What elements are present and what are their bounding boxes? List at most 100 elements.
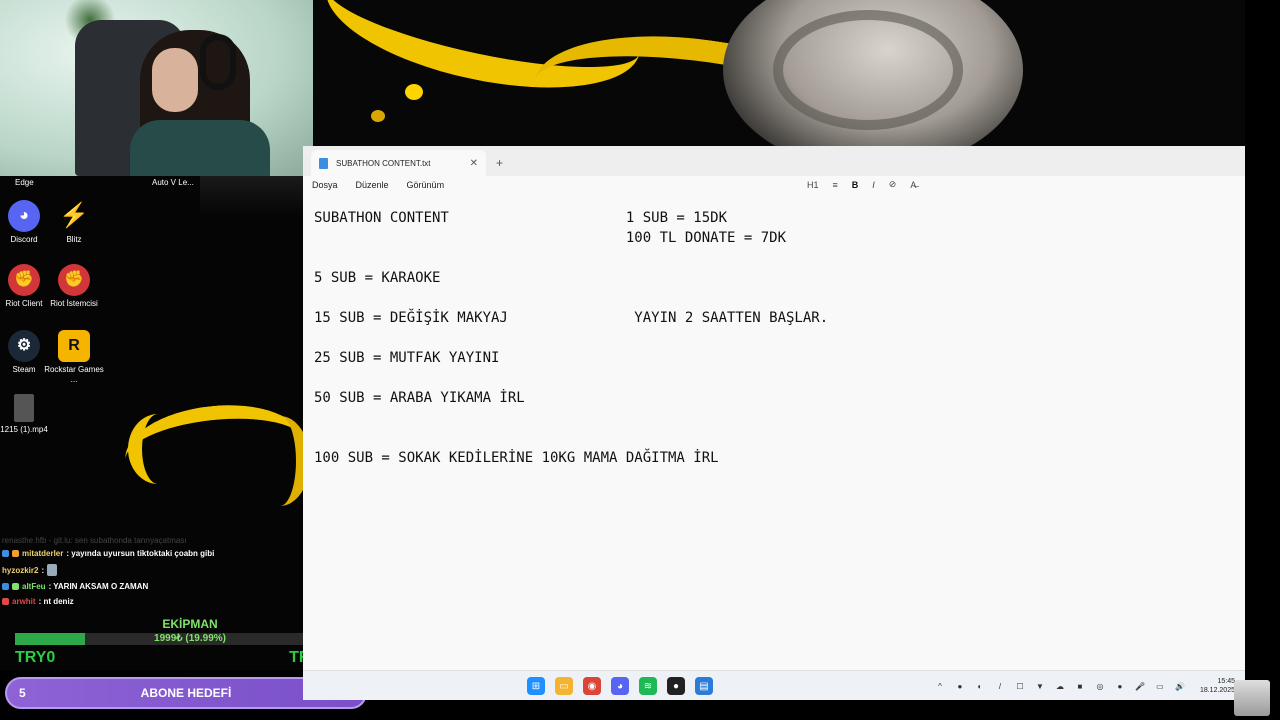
badge-icon	[2, 583, 9, 590]
obs-icon[interactable]: ●	[667, 677, 685, 695]
badge-icon	[12, 550, 19, 557]
desktop-icon-video[interactable]: 1215 (1).mp4	[0, 394, 54, 435]
clock[interactable]: 15:45 18.12.2025	[1200, 677, 1235, 695]
rockstar-icon: R	[58, 330, 90, 362]
steam-icon: ⚙	[8, 330, 40, 362]
bold-button[interactable]: B	[852, 180, 859, 190]
chat-username: altFeu	[22, 582, 46, 591]
desktop-label-edge[interactable]: Edge	[15, 178, 34, 187]
right-border	[1245, 0, 1280, 720]
sub-goal-label: ABONE HEDEFİ	[140, 686, 232, 700]
file-explorer-icon[interactable]: ▭	[555, 677, 573, 695]
clock-time: 15:45	[1217, 678, 1235, 685]
discord-taskbar-icon[interactable]: ◕	[611, 677, 629, 695]
video-file-icon	[14, 394, 34, 422]
riot-icon: ✊	[8, 264, 40, 296]
menu-edit[interactable]: Düzenle	[356, 180, 389, 190]
sub-goal-current: 5	[19, 686, 26, 700]
chat-text: : nt deniz	[38, 597, 74, 606]
desktop-label-auto[interactable]: Auto V Le...	[152, 178, 194, 187]
chat-message: arwhit : nt deniz	[2, 597, 302, 606]
editor-line: 50 SUB = ARABA YIKAMA İRL	[314, 390, 525, 406]
menu-view[interactable]: Görünüm	[407, 180, 445, 190]
desktop-icon-blitz[interactable]: ⚡ Blitz	[44, 200, 104, 245]
system-tray: ^ ● ◐ / ☐ ▼ ☁ ■ ◎ ● 🎤 ▭ 🔊 15:45 18.12.2025	[934, 677, 1235, 695]
tray-icon[interactable]: ▭	[1154, 680, 1166, 692]
chat-message: altFeu : YARIN AKSAM O ZAMAN	[2, 582, 302, 591]
badge-icon	[12, 583, 19, 590]
tab-bar: SUBATHON CONTENT.txt ✕ +	[303, 146, 1245, 176]
chat-username: mitatderler	[22, 549, 64, 558]
chat-text: :	[41, 565, 45, 575]
tray-icon[interactable]: ☐	[1014, 680, 1026, 692]
clock-date: 18.12.2025	[1199, 687, 1235, 694]
tray-icon[interactable]: /	[994, 680, 1006, 692]
editor-line: 100 SUB = SOKAK KEDİLERİNE 10KG MAMA DAĞ…	[314, 450, 719, 466]
editor-line: SUBATHON CONTENT 1 SUB = 15DK	[314, 210, 728, 226]
spotify-icon[interactable]: ≋	[639, 677, 657, 695]
editor-line: 100 TL DONATE = 7DK	[314, 230, 787, 246]
taskbar-apps: ⊞ ▭ ◉ ◕ ≋ ● ▤	[527, 677, 713, 695]
tray-icon[interactable]: ●	[954, 680, 966, 692]
desktop-area: Edge Auto V Le... ◕ Discord ⚡ Blitz ✊ Ri…	[0, 176, 303, 670]
link-icon[interactable]: ⊘	[889, 179, 897, 190]
chat-overlay: renasthe.hfb - git.lu: sen subathonda ta…	[2, 536, 302, 612]
clear-format-icon[interactable]: A̶	[910, 180, 916, 190]
chat-faded-message: renasthe.hfb - git.lu: sen subathonda ta…	[2, 536, 187, 545]
tab-subathon-content[interactable]: SUBATHON CONTENT.txt ✕	[311, 150, 486, 176]
editor-line: 15 SUB = DEĞİŞİK MAKYAJ YAYIN 2 SAATTEN …	[314, 310, 829, 326]
chat-message: hyzozkir2 :	[2, 564, 302, 576]
close-icon[interactable]: ✕	[470, 158, 478, 169]
menu-file[interactable]: Dosya	[312, 180, 338, 190]
badge-icon	[2, 598, 9, 605]
chat-text: : yayında uyursun tiktoktaki çoabn gibi	[66, 549, 215, 558]
tray-icon[interactable]: ◎	[1094, 680, 1106, 692]
chat-text: : YARIN AKSAM O ZAMAN	[48, 582, 149, 591]
heading-dropdown[interactable]: H1	[807, 180, 819, 190]
tray-icon[interactable]: ▼	[1034, 680, 1046, 692]
stream-layout: Edge Auto V Le... ◕ Discord ⚡ Blitz ✊ Ri…	[0, 0, 1280, 720]
tray-icon[interactable]: 🎤	[1134, 680, 1146, 692]
windows-start-icon[interactable]: ⊞	[527, 677, 545, 695]
recycle-bin-icon[interactable]	[1234, 680, 1270, 716]
text-editor[interactable]: SUBATHON CONTENT 1 SUB = 15DK 100 TL DON…	[303, 194, 1245, 664]
chat-message: mitatderler : yayında uyursun tiktoktaki…	[2, 549, 302, 558]
tray-icon[interactable]: ■	[1074, 680, 1086, 692]
tab-title: SUBATHON CONTENT.txt	[336, 158, 431, 168]
chat-username: hyzozkir2	[2, 565, 39, 575]
webcam-overlay	[0, 0, 313, 176]
editor-line: 5 SUB = KARAOKE	[314, 270, 441, 286]
chrome-icon[interactable]: ◉	[583, 677, 601, 695]
tray-icon[interactable]: ☁	[1054, 680, 1066, 692]
notepad-doc-icon	[319, 157, 328, 169]
badge-icon	[2, 550, 9, 557]
riot-icon: ✊	[58, 264, 90, 296]
tray-icon[interactable]: ●	[1114, 680, 1126, 692]
chat-username: arwhit	[12, 597, 36, 606]
format-toolbar: H1 ≡ B I ⊘ A̶	[807, 179, 916, 190]
italic-button[interactable]: I	[872, 180, 875, 190]
desktop-icon-riot-istemcisi[interactable]: ✊ Riot İstemcisi	[44, 264, 104, 309]
emote-icon	[47, 564, 58, 576]
new-tab-button[interactable]: +	[496, 156, 503, 170]
notepad-icon[interactable]: ▤	[695, 677, 713, 695]
editor-line: 25 SUB = MUTFAK YAYINI	[314, 350, 500, 366]
goal-min: TRY0	[15, 649, 56, 666]
tray-icon[interactable]: ^	[934, 680, 946, 692]
tray-icon[interactable]: 🔊	[1174, 680, 1186, 692]
desktop-icon-rockstar[interactable]: R Rockstar Games ...	[44, 330, 104, 385]
taskbar: ⊞ ▭ ◉ ◕ ≋ ● ▤ ^ ● ◐ / ☐ ▼ ☁ ■ ◎ ● 🎤 ▭ 🔊 15:45 18.12.2025	[303, 670, 1245, 700]
list-dropdown-icon[interactable]: ≡	[833, 180, 838, 190]
menu-bar: Dosya Düzenle Görünüm H1 ≡ B I ⊘ A̶	[303, 176, 1245, 194]
blitz-icon: ⚡	[59, 202, 89, 229]
tray-icon[interactable]: ◐	[974, 680, 986, 692]
notepad-window: SUBATHON CONTENT.txt ✕ + Dosya Düzenle G…	[303, 146, 1245, 670]
discord-icon: ◕	[8, 200, 40, 232]
wallpaper-banner	[313, 0, 1245, 146]
